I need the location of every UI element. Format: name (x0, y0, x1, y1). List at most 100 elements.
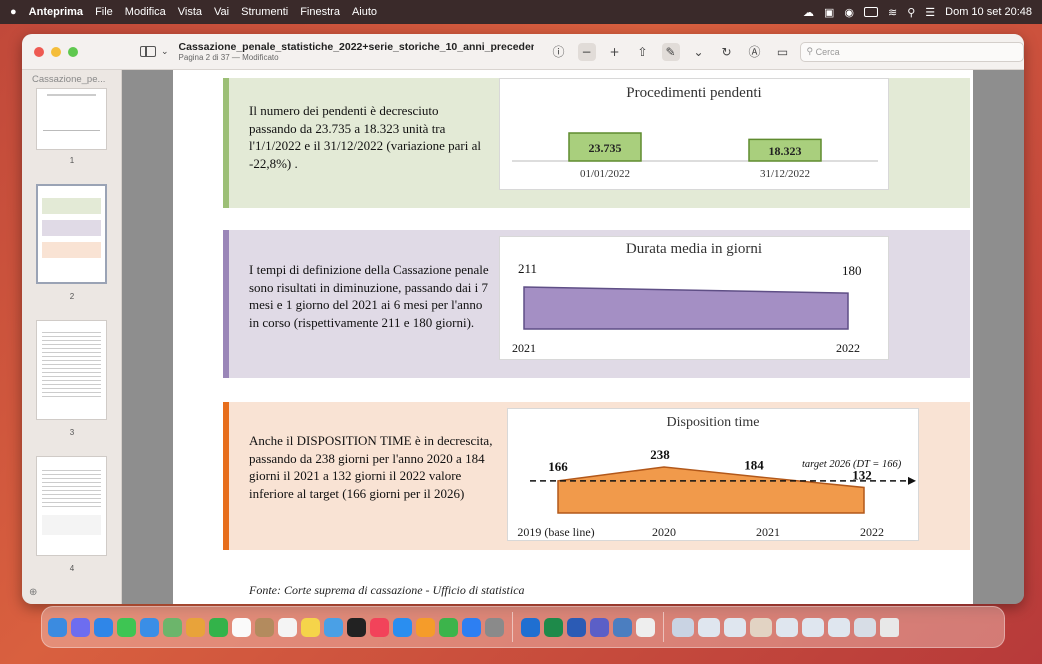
recent-window-icon[interactable] (802, 617, 824, 637)
chart-disposition-svg: target 2026 (DT = 166)1662381841322019 (… (517, 447, 916, 539)
reminders-icon[interactable] (278, 617, 297, 637)
panel-durata: I tempi di definizione della Cassazione … (223, 230, 970, 378)
recent-window-icon[interactable] (854, 617, 876, 637)
x-tick-label: 2021 (756, 525, 780, 539)
calculator-icon[interactable] (636, 617, 655, 637)
toolbar-tools: ⓘ − + ⇧ ✎ ⌄ ↻ Ⓐ ▭ (550, 42, 792, 61)
x-tick-label: 2019 (base line) (517, 525, 594, 539)
zoom-in-icon[interactable]: + (606, 43, 624, 61)
recent-window-icon[interactable] (750, 617, 772, 637)
form-fill-icon[interactable]: ▭ (774, 43, 792, 61)
data-label: 166 (548, 459, 568, 474)
page-thumbnail-4[interactable] (36, 456, 107, 556)
app-store-icon[interactable] (462, 617, 481, 637)
maps-icon[interactable] (163, 617, 182, 637)
x-tick-label: 31/12/2022 (760, 168, 810, 180)
rotate-icon[interactable]: ↻ (718, 43, 736, 61)
recent-window-icon[interactable] (698, 617, 720, 637)
music-icon[interactable] (370, 617, 389, 637)
chart-disposition: Disposition time target 2026 (DT = 166) 1… (507, 408, 919, 541)
x-tick-label: 2020 (652, 525, 676, 539)
trash-icon[interactable] (880, 617, 899, 637)
search-icon: ⚲ (806, 46, 816, 56)
menu-vista[interactable]: Vista (178, 6, 202, 18)
chart-durata-svg: 211 180 2021 2022 (512, 261, 862, 355)
menu-modifica[interactable]: Modifica (125, 6, 166, 18)
recent-window-icon[interactable] (724, 617, 746, 637)
keynote-icon[interactable] (393, 617, 412, 637)
page-thumbnail-3[interactable] (36, 320, 107, 420)
menu-vai[interactable]: Vai (214, 6, 229, 18)
add-circle-icon[interactable]: ⊕ (29, 587, 37, 598)
dock (41, 606, 1005, 648)
recent-window-icon[interactable] (672, 617, 694, 637)
menu-strumenti[interactable]: Strumenti (241, 6, 288, 18)
spotlight-icon[interactable]: ⚲ (907, 6, 915, 19)
outlook-icon[interactable] (521, 617, 540, 637)
share-icon[interactable]: ⇧ (634, 43, 652, 61)
control-center-icon[interactable]: ☰ (925, 6, 935, 19)
document-filename[interactable]: Cassazione_penale_statistiche_2022+serie… (179, 41, 534, 53)
close-button[interactable] (34, 46, 44, 57)
wifi-icon[interactable]: ≋ (888, 6, 897, 19)
word-icon[interactable] (567, 617, 586, 637)
menu-bar: ● Anteprima File Modifica Vista Vai Stru… (0, 0, 1042, 24)
minimize-button[interactable] (51, 46, 61, 57)
zoom-out-icon[interactable]: − (577, 42, 596, 61)
area-series (523, 286, 849, 330)
chart-durata: Durata media in giorni 211 180 2021 2022 (499, 236, 889, 360)
contacts-icon[interactable] (255, 617, 274, 637)
apple-icon[interactable]: ● (10, 6, 17, 18)
markup-chevron-icon[interactable]: ⌄ (690, 43, 708, 61)
messages-icon[interactable] (117, 617, 136, 637)
annotate-icon[interactable]: Ⓐ (746, 43, 764, 61)
recent-window-icon[interactable] (776, 617, 798, 637)
excel-icon[interactable] (544, 617, 563, 637)
zoom-button[interactable] (68, 46, 78, 57)
window-controls (34, 46, 78, 57)
pages-icon[interactable] (416, 617, 435, 637)
cloud-icon[interactable]: ☁ (803, 6, 814, 19)
info-icon[interactable]: ⓘ (550, 43, 568, 61)
x-tick-label: 2021 (512, 341, 536, 355)
menubar-clock[interactable]: Dom 10 set 20:48 (945, 6, 1032, 18)
menu-file[interactable]: File (95, 6, 113, 18)
battery-icon[interactable] (864, 7, 878, 17)
calendar-icon[interactable] (232, 617, 251, 637)
preview-window: ⌄ Cassazione_penale_statistiche_2022+ser… (22, 34, 1024, 604)
preview-icon[interactable] (613, 617, 632, 637)
system-settings-icon[interactable] (485, 617, 504, 637)
search-field[interactable]: ⚲ Cerca (799, 41, 1024, 62)
data-label: 132 (852, 467, 872, 482)
markup-pen-icon[interactable]: ✎ (661, 42, 680, 61)
recent-window-icon[interactable] (828, 617, 850, 637)
document-viewport[interactable]: Il numero dei pendenti è decresciuto pas… (123, 70, 1024, 604)
menu-finestra[interactable]: Finestra (300, 6, 340, 18)
sidebar-toggle-icon[interactable] (140, 46, 156, 57)
facetime-icon[interactable] (209, 617, 228, 637)
safari-icon[interactable] (94, 617, 113, 637)
panel-durata-text: I tempi di definizione della Cassazione … (249, 262, 489, 330)
menu-aiuto[interactable]: Aiuto (352, 6, 377, 18)
play-icon[interactable]: ◉ (844, 6, 854, 19)
finder-icon[interactable] (48, 617, 67, 637)
numbers-icon[interactable] (439, 617, 458, 637)
chart-pendenti-svg: 23.735 01/01/2022 18.323 31/12/2022 (512, 132, 878, 180)
screen-icon[interactable]: ▣ (824, 6, 834, 19)
page-thumbnail-1[interactable] (36, 88, 107, 150)
teams-icon[interactable] (590, 617, 609, 637)
app-menu[interactable]: Anteprima (29, 6, 83, 18)
x-tick-label: 01/01/2022 (580, 168, 630, 180)
freeform-icon[interactable] (324, 617, 343, 637)
photos-icon[interactable] (186, 617, 205, 637)
panel-pendenti: Il numero dei pendenti è decresciuto pas… (223, 78, 970, 208)
apple-tv-icon[interactable] (347, 617, 366, 637)
search-placeholder: Cerca (815, 46, 840, 57)
thumbnail-sidebar: Cassazione_pe... 1 2 3 4 ⊕ (22, 70, 122, 604)
page-thumbnail-2[interactable] (36, 184, 107, 284)
chevron-down-icon[interactable]: ⌄ (161, 47, 169, 57)
notes-icon[interactable] (301, 617, 320, 637)
mail-icon[interactable] (140, 617, 159, 637)
data-label: 180 (842, 263, 862, 278)
launchpad-icon[interactable] (71, 617, 90, 637)
